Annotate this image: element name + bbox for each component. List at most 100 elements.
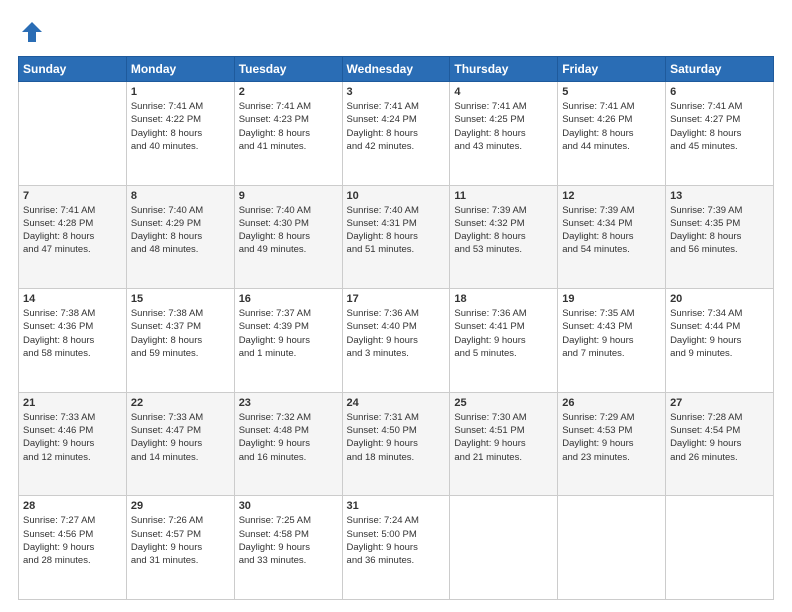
calendar-day-cell: 22Sunrise: 7:33 AM Sunset: 4:47 PM Dayli… xyxy=(126,392,234,496)
day-number: 19 xyxy=(562,293,661,305)
calendar-day-cell: 21Sunrise: 7:33 AM Sunset: 4:46 PM Dayli… xyxy=(19,392,127,496)
calendar-day-cell: 28 Sunrise: 7:27 AM Sunset: 4:56 PM Dayli… xyxy=(19,496,127,600)
calendar-day-cell: 23 Sunrise: 7:32 AM Sunset: 4:48 PM Dayli… xyxy=(234,392,342,496)
day-number: 17 xyxy=(347,293,446,305)
calendar-week-row: 21Sunrise: 7:33 AM Sunset: 4:46 PM Dayli… xyxy=(19,392,774,496)
day-info: Sunrise: 7:41 AM Sunset: 4:27 PM Dayligh… xyxy=(670,100,769,153)
calendar-day-cell: 14 Sunrise: 7:38 AM Sunset: 4:36 PM Dayli… xyxy=(19,289,127,393)
calendar-day-cell: 30Sunrise: 7:25 AM Sunset: 4:58 PM Dayli… xyxy=(234,496,342,600)
calendar: SundayMondayTuesdayWednesdayThursdayFrid… xyxy=(18,56,774,600)
calendar-day-cell: 17 Sunrise: 7:36 AM Sunset: 4:40 PM Dayli… xyxy=(342,289,450,393)
day-info: Sunrise: 7:40 AM Sunset: 4:29 PM Dayligh… xyxy=(131,204,230,257)
day-number: 20 xyxy=(670,293,769,305)
day-info: Sunrise: 7:41 AM Sunset: 4:24 PM Dayligh… xyxy=(347,100,446,153)
calendar-day-cell: 1 Sunrise: 7:41 AM Sunset: 4:22 PM Daylig… xyxy=(126,82,234,186)
calendar-day-cell: 2 Sunrise: 7:41 AM Sunset: 4:23 PM Daylig… xyxy=(234,82,342,186)
calendar-day-cell: 8 Sunrise: 7:40 AM Sunset: 4:29 PM Daylig… xyxy=(126,185,234,289)
calendar-day-cell xyxy=(19,82,127,186)
calendar-header-row: SundayMondayTuesdayWednesdayThursdayFrid… xyxy=(19,57,774,82)
day-info: Sunrise: 7:33 AM Sunset: 4:47 PM Dayligh… xyxy=(131,411,230,464)
day-info: Sunrise: 7:39 AM Sunset: 4:32 PM Dayligh… xyxy=(454,204,553,257)
calendar-day-cell: 26Sunrise: 7:29 AM Sunset: 4:53 PM Dayli… xyxy=(558,392,666,496)
calendar-day-cell: 29 Sunrise: 7:26 AM Sunset: 4:57 PM Dayli… xyxy=(126,496,234,600)
day-number: 11 xyxy=(454,190,553,202)
calendar-day-cell: 7 Sunrise: 7:41 AM Sunset: 4:28 PM Daylig… xyxy=(19,185,127,289)
calendar-day-header: Tuesday xyxy=(234,57,342,82)
day-info: Sunrise: 7:41 AM Sunset: 4:25 PM Dayligh… xyxy=(454,100,553,153)
day-number: 4 xyxy=(454,86,553,98)
day-number: 12 xyxy=(562,190,661,202)
calendar-day-cell: 4 Sunrise: 7:41 AM Sunset: 4:25 PM Daylig… xyxy=(450,82,558,186)
calendar-week-row: 1 Sunrise: 7:41 AM Sunset: 4:22 PM Daylig… xyxy=(19,82,774,186)
page: SundayMondayTuesdayWednesdayThursdayFrid… xyxy=(0,0,792,612)
day-number: 26 xyxy=(562,397,661,409)
calendar-day-cell: 25Sunrise: 7:30 AM Sunset: 4:51 PM Dayli… xyxy=(450,392,558,496)
calendar-day-cell: 20 Sunrise: 7:34 AM Sunset: 4:44 PM Dayli… xyxy=(666,289,774,393)
day-info: Sunrise: 7:41 AM Sunset: 4:22 PM Dayligh… xyxy=(131,100,230,153)
calendar-day-cell: 9Sunrise: 7:40 AM Sunset: 4:30 PM Daylig… xyxy=(234,185,342,289)
day-number: 6 xyxy=(670,86,769,98)
day-info: Sunrise: 7:41 AM Sunset: 4:23 PM Dayligh… xyxy=(239,100,338,153)
calendar-day-cell: 31Sunrise: 7:24 AM Sunset: 5:00 PM Dayli… xyxy=(342,496,450,600)
calendar-day-cell: 19Sunrise: 7:35 AM Sunset: 4:43 PM Dayli… xyxy=(558,289,666,393)
day-number: 3 xyxy=(347,86,446,98)
day-info: Sunrise: 7:39 AM Sunset: 4:35 PM Dayligh… xyxy=(670,204,769,257)
day-info: Sunrise: 7:24 AM Sunset: 5:00 PM Dayligh… xyxy=(347,514,446,567)
calendar-day-cell: 24 Sunrise: 7:31 AM Sunset: 4:50 PM Dayli… xyxy=(342,392,450,496)
day-info: Sunrise: 7:37 AM Sunset: 4:39 PM Dayligh… xyxy=(239,307,338,360)
day-info: Sunrise: 7:36 AM Sunset: 4:40 PM Dayligh… xyxy=(347,307,446,360)
day-number: 24 xyxy=(347,397,446,409)
day-number: 16 xyxy=(239,293,338,305)
logo-icon xyxy=(18,18,46,46)
day-number: 1 xyxy=(131,86,230,98)
day-number: 14 xyxy=(23,293,122,305)
header xyxy=(18,18,774,46)
day-info: Sunrise: 7:30 AM Sunset: 4:51 PM Dayligh… xyxy=(454,411,553,464)
day-number: 23 xyxy=(239,397,338,409)
day-info: Sunrise: 7:26 AM Sunset: 4:57 PM Dayligh… xyxy=(131,514,230,567)
calendar-day-cell: 12Sunrise: 7:39 AM Sunset: 4:34 PM Dayli… xyxy=(558,185,666,289)
calendar-week-row: 7 Sunrise: 7:41 AM Sunset: 4:28 PM Daylig… xyxy=(19,185,774,289)
calendar-day-header: Friday xyxy=(558,57,666,82)
logo xyxy=(18,18,50,46)
calendar-day-header: Saturday xyxy=(666,57,774,82)
day-number: 10 xyxy=(347,190,446,202)
day-number: 15 xyxy=(131,293,230,305)
calendar-day-header: Thursday xyxy=(450,57,558,82)
day-number: 29 xyxy=(131,500,230,512)
day-number: 18 xyxy=(454,293,553,305)
calendar-day-header: Wednesday xyxy=(342,57,450,82)
day-info: Sunrise: 7:38 AM Sunset: 4:36 PM Dayligh… xyxy=(23,307,122,360)
calendar-day-cell: 5 Sunrise: 7:41 AM Sunset: 4:26 PM Daylig… xyxy=(558,82,666,186)
day-info: Sunrise: 7:36 AM Sunset: 4:41 PM Dayligh… xyxy=(454,307,553,360)
day-info: Sunrise: 7:38 AM Sunset: 4:37 PM Dayligh… xyxy=(131,307,230,360)
day-number: 5 xyxy=(562,86,661,98)
day-info: Sunrise: 7:27 AM Sunset: 4:56 PM Dayligh… xyxy=(23,514,122,567)
calendar-day-cell: 13 Sunrise: 7:39 AM Sunset: 4:35 PM Dayli… xyxy=(666,185,774,289)
calendar-day-cell: 16 Sunrise: 7:37 AM Sunset: 4:39 PM Dayli… xyxy=(234,289,342,393)
day-number: 2 xyxy=(239,86,338,98)
calendar-week-row: 28 Sunrise: 7:27 AM Sunset: 4:56 PM Dayli… xyxy=(19,496,774,600)
day-info: Sunrise: 7:32 AM Sunset: 4:48 PM Dayligh… xyxy=(239,411,338,464)
calendar-day-cell: 10Sunrise: 7:40 AM Sunset: 4:31 PM Dayli… xyxy=(342,185,450,289)
day-info: Sunrise: 7:41 AM Sunset: 4:28 PM Dayligh… xyxy=(23,204,122,257)
calendar-day-cell: 3 Sunrise: 7:41 AM Sunset: 4:24 PM Daylig… xyxy=(342,82,450,186)
day-number: 8 xyxy=(131,190,230,202)
day-info: Sunrise: 7:41 AM Sunset: 4:26 PM Dayligh… xyxy=(562,100,661,153)
calendar-day-cell xyxy=(666,496,774,600)
calendar-day-cell: 18 Sunrise: 7:36 AM Sunset: 4:41 PM Dayli… xyxy=(450,289,558,393)
calendar-day-cell: 15 Sunrise: 7:38 AM Sunset: 4:37 PM Dayli… xyxy=(126,289,234,393)
day-number: 7 xyxy=(23,190,122,202)
day-info: Sunrise: 7:31 AM Sunset: 4:50 PM Dayligh… xyxy=(347,411,446,464)
calendar-day-cell xyxy=(558,496,666,600)
day-number: 30 xyxy=(239,500,338,512)
day-info: Sunrise: 7:40 AM Sunset: 4:30 PM Dayligh… xyxy=(239,204,338,257)
calendar-day-header: Sunday xyxy=(19,57,127,82)
day-number: 13 xyxy=(670,190,769,202)
day-number: 21 xyxy=(23,397,122,409)
calendar-week-row: 14 Sunrise: 7:38 AM Sunset: 4:36 PM Dayli… xyxy=(19,289,774,393)
day-number: 27 xyxy=(670,397,769,409)
day-info: Sunrise: 7:34 AM Sunset: 4:44 PM Dayligh… xyxy=(670,307,769,360)
day-number: 28 xyxy=(23,500,122,512)
calendar-day-cell: 6 Sunrise: 7:41 AM Sunset: 4:27 PM Daylig… xyxy=(666,82,774,186)
